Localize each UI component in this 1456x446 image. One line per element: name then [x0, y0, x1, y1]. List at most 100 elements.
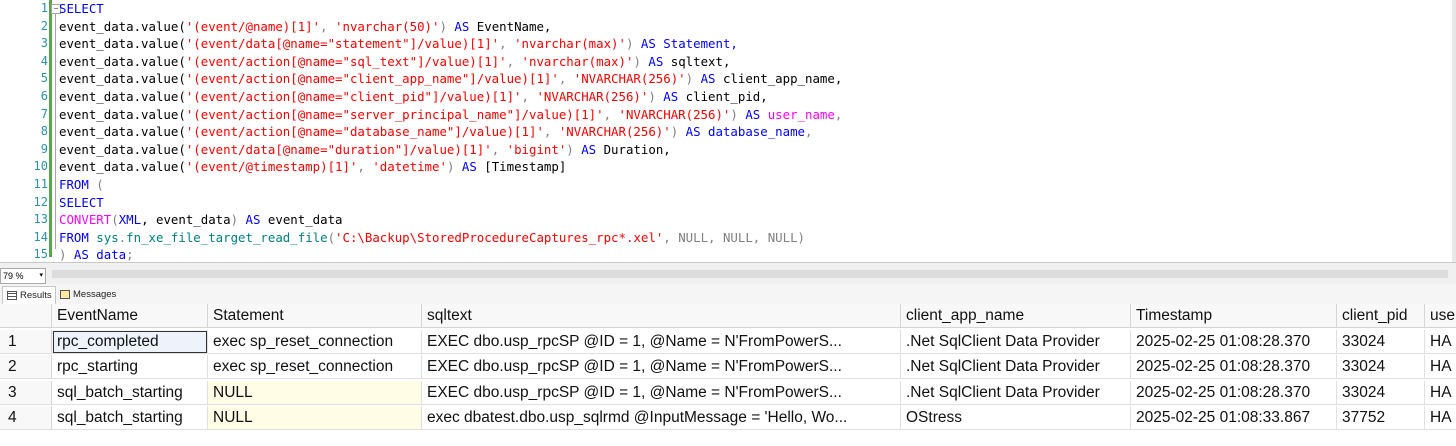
table-row[interactable]: 2 rpc_starting exec sp_reset_connection EXE…: [0, 355, 1456, 379]
column-header-timestamp[interactable]: Timestamp: [1131, 304, 1337, 328]
table-row[interactable]: 1 rpc_completed exec sp_reset_connection EX…: [0, 329, 1456, 354]
code-token: ): [685, 71, 701, 87]
grid-cell-statement[interactable]: NULL: [208, 406, 422, 430]
column-header-statement[interactable]: Statement: [208, 304, 422, 328]
grid-cell-sqltext[interactable]: EXEC dbo.usp_rpcSP @ID = 1, @Name = N'Fr…: [422, 329, 901, 354]
code-line[interactable]: event_data.value('(event/action[@name="s…: [59, 53, 730, 71]
grid-cell-statement[interactable]: NULL: [208, 380, 422, 405]
code-line[interactable]: SELECT: [59, 0, 104, 18]
editor-vertical-scrollbar[interactable]: [1452, 0, 1456, 262]
code-token: ): [59, 247, 74, 262]
code-line[interactable]: FROM sys.fn_xe_file_target_read_file('C:…: [59, 229, 805, 247]
grid-cell-timestamp[interactable]: 2025-02-25 01:08:28.370: [1131, 355, 1337, 379]
grid-cell-use[interactable]: HA: [1425, 355, 1456, 379]
grid-cell-use[interactable]: HA: [1425, 330, 1456, 354]
code-token: CONVERT: [59, 212, 112, 228]
code-token: SELECT: [59, 194, 104, 210]
code-line[interactable]: ) AS data;: [59, 246, 134, 262]
code-token: AS: [745, 106, 761, 122]
table-row[interactable]: 4 sql_batch_starting NULL exec dbatest.dbo.…: [0, 406, 1456, 430]
code-line[interactable]: event_data.value('(event/@name)[1]', 'nv…: [59, 18, 551, 36]
query-editor[interactable]: 12345678910111213141516 − SELECTevent_da…: [0, 0, 1456, 262]
zoom-dropdown[interactable]: 79 % ▾: [0, 268, 46, 284]
code-token: (: [327, 229, 336, 245]
grid-cell-timestamp[interactable]: 2025-02-25 01:08:28.370: [1131, 380, 1337, 405]
grid-cell-eventname[interactable]: sql_batch_starting: [52, 380, 208, 405]
tab-results[interactable]: Results: [2, 286, 56, 304]
grid-cell-client-pid[interactable]: 33024: [1337, 355, 1425, 379]
row-number[interactable]: 4: [0, 406, 52, 430]
code-token: fn_xe_file_target_read_file: [126, 229, 328, 245]
results-tabs: Results Messages: [0, 284, 1456, 305]
code-line[interactable]: event_data.value('(event/action[@name="d…: [59, 123, 812, 141]
code-token: event_data.value(: [59, 36, 186, 52]
grid-cell-sqltext[interactable]: exec dbatest.dbo.usp_sqlrmd @InputMessag…: [422, 406, 901, 430]
code-token: Duration,: [596, 141, 671, 157]
column-header-client-app-name[interactable]: client_app_name: [901, 304, 1131, 328]
code-token: '(event/data[@name="statement"]/value)[1…: [185, 36, 500, 52]
grid-cell-client-app-name[interactable]: .Net SqlClient Data Provider: [901, 380, 1131, 405]
code-line[interactable]: event_data.value('(event/data[@name="dur…: [59, 141, 671, 159]
column-header-use[interactable]: use: [1425, 304, 1456, 328]
code-token: 'NVARCHAR(256)': [573, 71, 686, 87]
grid-cell-use[interactable]: HA: [1425, 406, 1456, 430]
column-header-client-pid[interactable]: client_pid: [1337, 304, 1425, 328]
code-token: ): [730, 106, 746, 122]
grid-cell-client-app-name[interactable]: .Net SqlClient Data Provider: [901, 329, 1131, 354]
line-number: 15: [33, 247, 48, 262]
grid-cell-sqltext[interactable]: EXEC dbo.usp_rpcSP @ID = 1, @Name = N'Fr…: [422, 355, 901, 379]
grid-cell-eventname[interactable]: sql_batch_starting: [52, 406, 208, 430]
code-token: 'NVARCHAR(256)': [536, 89, 649, 104]
tab-messages[interactable]: Messages: [56, 286, 120, 303]
column-header-eventname[interactable]: EventName: [52, 304, 208, 328]
code-token: database_name: [700, 124, 806, 140]
grid-cell-statement[interactable]: exec sp_reset_connection: [208, 355, 422, 379]
code-token: 'nvarchar(50)': [335, 18, 440, 34]
code-token: event_data.value(: [59, 124, 186, 140]
code-token: user_name: [760, 106, 835, 122]
grid-cell-statement[interactable]: exec sp_reset_connection: [208, 329, 422, 354]
grid-cell-client-pid[interactable]: 33024: [1337, 380, 1425, 405]
code-token: client_app_name,: [715, 71, 843, 87]
code-token: '(event/action[@name="client_pid"]/value…: [185, 89, 522, 104]
results-grid[interactable]: EventName Statement sqltext client_app_name…: [0, 304, 1456, 446]
code-line[interactable]: event_data.value('(event/action[@name="c…: [59, 88, 768, 106]
table-row[interactable]: 3 sql_batch_starting NULL EXEC dbo.usp_rpcS…: [0, 380, 1456, 405]
row-number[interactable]: 3: [0, 380, 52, 405]
code-line[interactable]: event_data.value('(event/@timestamp)[1]'…: [59, 158, 566, 176]
grid-cell-client-pid[interactable]: 33024: [1337, 329, 1425, 354]
code-token: AS: [461, 159, 477, 175]
code-token: '(event/data[@name="duration"]/value)[1]…: [185, 141, 492, 157]
column-header-sqltext[interactable]: sqltext: [422, 304, 901, 328]
grid-cell-use[interactable]: HA: [1425, 381, 1456, 405]
grid-cell-timestamp[interactable]: 2025-02-25 01:08:33.867: [1131, 406, 1337, 430]
code-line[interactable]: event_data.value('(event/action[@name="c…: [59, 70, 842, 88]
code-token: Statement,: [655, 36, 738, 52]
code-token: event_data.value(: [59, 159, 186, 175]
code-token: ): [648, 89, 664, 104]
editor-horizontal-scrollbar[interactable]: [52, 270, 1448, 278]
line-number: 13: [33, 212, 48, 227]
grid-cell-eventname[interactable]: rpc_starting: [52, 355, 208, 379]
grid-cell-timestamp[interactable]: 2025-02-25 01:08:28.370: [1131, 329, 1337, 354]
code-line[interactable]: event_data.value('(event/data[@name="sta…: [59, 35, 738, 53]
grid-cell-client-app-name[interactable]: OStress: [901, 406, 1131, 430]
grid-cell-sqltext[interactable]: EXEC dbo.usp_rpcSP @ID = 1, @Name = N'Fr…: [422, 380, 901, 405]
code-token: ,: [357, 159, 373, 175]
code-token: AS: [685, 124, 701, 140]
code-line[interactable]: event_data.value('(event/action[@name="s…: [59, 106, 842, 124]
grid-cell-eventname[interactable]: rpc_completed: [52, 329, 208, 354]
row-number[interactable]: 2: [0, 355, 52, 379]
line-number: 11: [33, 177, 48, 191]
code-token: AS: [663, 89, 679, 104]
code-line[interactable]: CONVERT(XML, event_data) AS event_data: [59, 211, 343, 229]
grid-cell-client-app-name[interactable]: .Net SqlClient Data Provider: [901, 355, 1131, 379]
code-line[interactable]: FROM (: [59, 176, 104, 194]
code-token: SELECT: [59, 1, 104, 16]
code-line[interactable]: SELECT: [59, 194, 104, 212]
row-number[interactable]: 1: [0, 329, 52, 354]
grid-cell-client-pid[interactable]: 37752: [1337, 406, 1425, 430]
zoom-bar: 79 % ▾: [0, 262, 1456, 285]
code-token: data: [88, 247, 127, 262]
grid-corner[interactable]: [0, 304, 52, 328]
